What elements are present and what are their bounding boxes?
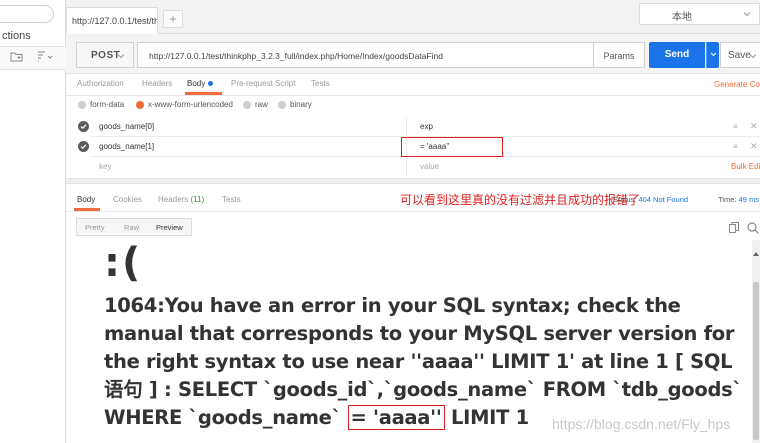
radio-raw-label: raw [255,100,268,109]
body-type-options: form-data x-www-form-urlencoded raw bina… [66,96,760,116]
search-icon[interactable] [747,222,759,234]
table-row: goods_name[0] exp ≡ ✕ [66,117,760,137]
method-label: POST [91,50,121,61]
error-message-part2: LIMIT 1 [444,406,529,429]
radio-off-icon [278,100,286,109]
radio-on-icon [136,100,144,109]
tab-response-headers-label: Headers [158,195,189,204]
active-tab-underline [185,92,222,95]
headers-count-badge: (11) [190,195,205,204]
column-divider [406,157,407,177]
tab-response-cookies[interactable]: Cookies [113,195,142,204]
view-raw-button[interactable]: Raw [124,223,139,232]
scrollbar-thumb[interactable] [753,282,759,440]
bulk-edit-link[interactable]: Bulk Edi [731,162,760,171]
tab-authorization[interactable]: Authorization [77,79,124,88]
radio-off-icon [78,100,86,109]
tab-body[interactable]: Body [187,79,214,88]
error-message: 1064:You have an error in your SQL synta… [104,292,744,432]
method-select[interactable]: POST [76,42,134,68]
view-pretty-button[interactable]: Pretty [85,223,105,232]
chevron-down-icon [749,54,757,59]
tab-body-label: Body [187,79,206,88]
copy-icon[interactable] [729,222,739,233]
request-options-tabs: Authorization Headers Body Pre-request S… [66,74,760,96]
new-key-input[interactable]: key [99,162,111,171]
check-icon [80,144,87,150]
save-label: Save [728,50,751,61]
generate-code-link[interactable]: Generate Cod [714,80,760,89]
tab-response-headers[interactable]: Headers (11) [158,195,204,204]
tab-response-tests[interactable]: Tests [222,195,241,204]
time-readout: Time: 49 ms [718,195,759,204]
response-tabs: Body Cookies Headers (11) Tests 可以看到这里真的… [66,186,760,212]
delete-row-icon[interactable]: ✕ [750,141,758,152]
send-options-button[interactable] [706,42,719,68]
tab-response-body[interactable]: Body [77,195,95,204]
row-value[interactable]: exp [420,122,433,131]
watermark-text: https://blog.csdn.net/Fly_hps [552,416,731,432]
error-highlight-box: = 'aaaa'' [347,405,445,430]
annotation-text: 可以看到这里真的没有过滤并且成功的报错了 [400,193,641,207]
sidebar-collections-label[interactable]: ctions [2,30,31,42]
time-label: Time: [718,195,737,204]
table-row: key value Bulk Edi [66,157,760,177]
radio-binary-label: binary [290,100,312,109]
chevron-down-icon [710,52,717,57]
tab-prerequest-script[interactable]: Pre-request Script [231,79,295,88]
active-tab-underline [74,208,100,211]
sidebar-search-input[interactable] [0,5,54,23]
radio-urlencoded-label: x-www-form-urlencoded [148,100,233,109]
row-key[interactable]: goods_name[0] [99,122,154,131]
environment-selected-label: 本地 [672,12,692,23]
add-tab-button[interactable]: + [163,10,183,28]
drag-handle-icon[interactable]: ≡ [733,122,738,131]
environment-select[interactable]: 本地 [639,3,760,25]
sort-icon[interactable] [36,51,54,63]
radio-binary[interactable]: binary [278,100,312,109]
row-key[interactable]: goods_name[1] [99,142,154,151]
save-button[interactable]: Save [720,42,760,68]
scroll-up-arrow-icon[interactable] [752,250,760,258]
sidebar-toolbar [0,46,66,70]
drag-handle-icon[interactable]: ≡ [733,142,738,151]
check-icon [80,124,87,130]
sidebar: ctions [0,0,66,443]
body-active-dot-icon [208,81,214,87]
status-label: Status: [613,195,637,204]
request-tab[interactable]: http://127.0.0.1/test/thir [66,7,158,34]
delete-row-icon[interactable]: ✕ [750,121,758,132]
new-folder-icon[interactable] [10,51,23,62]
send-button[interactable]: Send [649,42,705,68]
value-highlight-box [401,137,503,157]
radio-raw[interactable]: raw [243,100,268,109]
status-readout: Status: 404 Not Found [613,195,688,204]
tab-tests[interactable]: Tests [311,79,330,88]
chevron-down-icon [117,54,125,59]
radio-form-data[interactable]: form-data [78,100,124,109]
request-bar: POST http://127.0.0.1/test/thinkphp_3.2.… [66,34,760,74]
radio-urlencoded[interactable]: x-www-form-urlencoded [136,100,233,109]
tab-headers[interactable]: Headers [142,79,172,88]
time-value[interactable]: 49 ms [739,195,759,204]
status-value[interactable]: 404 Not Found [638,195,688,204]
params-button[interactable]: Params [594,42,645,68]
chevron-down-icon [743,12,751,17]
view-mode-toggle: Pretty Raw Preview [76,218,192,236]
pane-divider[interactable] [66,178,760,184]
column-divider [406,117,407,137]
radio-off-icon [243,100,251,109]
new-value-input[interactable]: value [420,162,439,171]
row-enabled-checkbox[interactable] [78,121,89,132]
request-tab-bar: http://127.0.0.1/test/thir + 本地 [66,0,760,34]
url-input[interactable]: http://127.0.0.1/test/thinkphp_3.2.3_ful… [137,42,594,68]
response-preview: :( 1064:You have an error in your SQL sy… [76,240,746,443]
row-enabled-checkbox[interactable] [78,141,89,152]
sad-face-text: :( [104,240,143,286]
radio-form-data-label: form-data [90,100,125,109]
view-preview-button[interactable]: Preview [156,223,183,232]
